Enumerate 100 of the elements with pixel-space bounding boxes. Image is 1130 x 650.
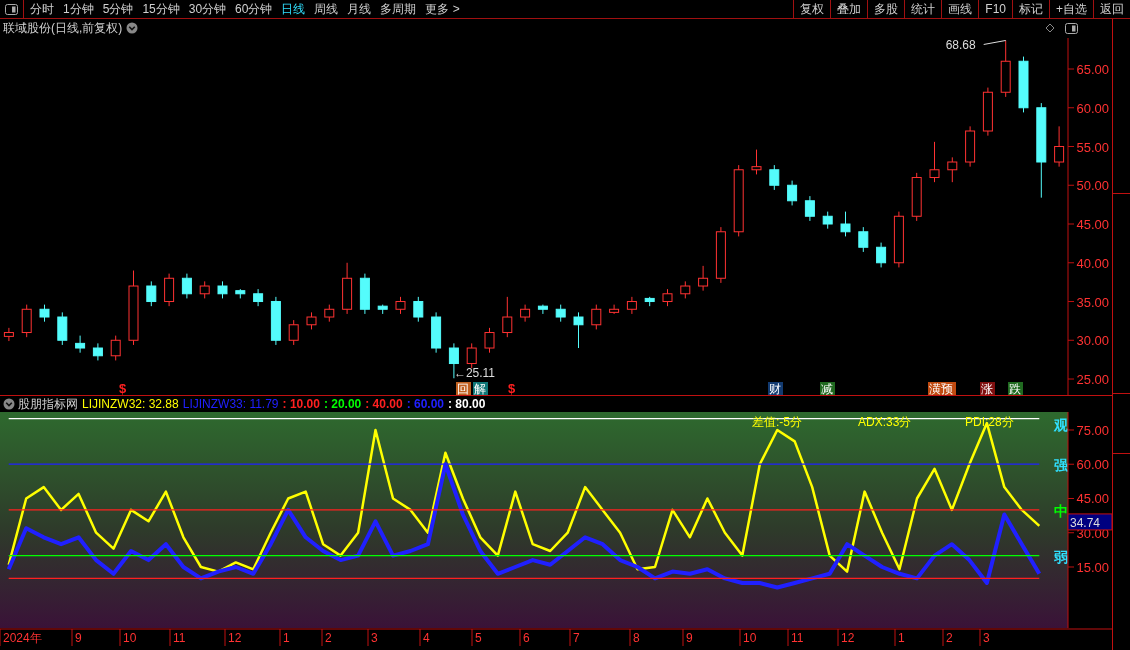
candlestick — [92, 342, 103, 361]
axis-tick-label: 60.00 — [1076, 457, 1109, 473]
low-price-label: ←25.11 — [453, 366, 496, 381]
candlestick — [698, 265, 709, 292]
toolbar-button[interactable]: 叠加 — [830, 0, 868, 18]
candlestick — [199, 280, 210, 299]
series-legend: LIJINZW33: 11.79 — [182, 395, 279, 413]
candlestick — [537, 304, 548, 315]
toolbar-button[interactable]: 统计 — [904, 0, 942, 18]
indicator-name: 股朋指标网 — [18, 396, 78, 413]
period-tab[interactable]: 30分钟 — [188, 0, 227, 18]
candlestick — [270, 296, 281, 346]
period-tab[interactable]: 多周期 — [380, 0, 417, 18]
candlestick — [466, 342, 477, 369]
candlestick — [1054, 125, 1065, 168]
candlestick — [804, 195, 815, 222]
indicator-value-label: PDI:28分 — [965, 415, 1014, 429]
period-tab[interactable]: 15分钟 — [142, 0, 180, 18]
date-tick-label: 7 — [573, 631, 580, 645]
period-tab[interactable]: 日线 — [281, 0, 306, 18]
candlestick — [591, 304, 602, 330]
candlestick — [573, 311, 584, 349]
period-tab[interactable]: 更多 > — [425, 0, 460, 18]
candlestick — [306, 311, 317, 330]
date-tick-label: 2 — [946, 631, 953, 645]
date-tick-label: 9 — [75, 631, 82, 645]
date-tick-label: 1 — [283, 631, 290, 645]
date-tick-label: 11 — [791, 631, 804, 645]
high-price-label: 68.68 — [945, 38, 976, 53]
period-tab[interactable]: 分时 — [30, 0, 54, 18]
toolbar-button[interactable]: 多股 — [867, 0, 905, 18]
axis-tick-label: 35.00 — [1076, 294, 1109, 310]
period-tab[interactable]: 5分钟 — [102, 0, 134, 18]
candlestick — [235, 288, 246, 299]
event-badge[interactable]: 涨 — [980, 381, 995, 395]
axis-tick-label: 30.00 — [1076, 333, 1109, 349]
candlestick — [413, 296, 424, 323]
candlestick — [21, 304, 32, 338]
date-tick-label: 6 — [523, 631, 530, 645]
axis-tick-label: 45.00 — [1076, 216, 1109, 232]
event-badge[interactable]: 解 — [473, 381, 488, 395]
candlestick — [1000, 39, 1011, 98]
indicator-value-label: 差值:-5分 — [752, 415, 802, 429]
series-legend: : 80.00 — [448, 395, 486, 413]
candlestick — [324, 304, 335, 323]
event-badge[interactable]: 财 — [768, 381, 783, 395]
panel-toggle-icon[interactable] — [5, 3, 18, 15]
period-tab[interactable]: 1分钟 — [63, 0, 94, 18]
event-badge[interactable]: 回 — [456, 381, 471, 395]
candlestick — [146, 280, 157, 307]
date-tick-label: 10 — [743, 631, 757, 645]
event-badge[interactable]: 减 — [820, 381, 835, 395]
toolbar-button[interactable]: +自选 — [1049, 0, 1093, 18]
date-tick-label: 2 — [325, 631, 332, 645]
candlestick — [911, 172, 922, 222]
toolbar-button[interactable]: 标记 — [1012, 0, 1049, 18]
axis-tick-label: 15.00 — [1076, 560, 1109, 575]
date-tick-label: 3 — [371, 631, 378, 645]
toolbar-button[interactable]: 返回 — [1093, 0, 1130, 18]
event-badge[interactable]: 跌 — [1008, 381, 1023, 395]
period-tab[interactable]: 周线 — [314, 0, 339, 18]
candlestick — [502, 296, 513, 338]
dropdown-chevron-icon[interactable] — [126, 22, 139, 35]
zone-label: 中 — [1054, 502, 1068, 519]
candlestick — [3, 327, 14, 342]
panel-toggle-icon[interactable] — [1065, 22, 1078, 34]
axis-tick-label: 55.00 — [1076, 139, 1109, 155]
chart-title: 联域股份(日线,前复权) — [3, 20, 123, 38]
candlestick — [840, 211, 851, 237]
period-tab[interactable]: 60分钟 — [235, 0, 273, 18]
candlestick — [858, 226, 869, 253]
date-tick-label: 8 — [633, 631, 640, 645]
candlestick — [769, 164, 780, 191]
candlestick — [982, 87, 993, 137]
dropdown-chevron-icon[interactable] — [3, 398, 15, 410]
date-tick-label: 12 — [228, 631, 242, 645]
axis-tick-label: 50.00 — [1076, 178, 1109, 194]
candlestick — [217, 280, 228, 299]
candlestick — [520, 304, 531, 323]
axis-tick-label: 40.00 — [1076, 255, 1109, 271]
axis-tick-label: 25.00 — [1076, 372, 1109, 387]
date-tick-label: 9 — [686, 631, 693, 645]
date-tick-label: 3 — [983, 631, 990, 645]
toolbar-button[interactable]: F10 — [978, 0, 1012, 18]
candlestick — [39, 304, 50, 323]
candlestick — [751, 149, 762, 175]
period-tab[interactable]: 月线 — [347, 0, 372, 18]
toolbar-button[interactable]: 复权 — [793, 0, 831, 18]
candlestick — [342, 262, 353, 315]
series-legend: : 40.00 — [365, 395, 403, 413]
candlestick — [929, 141, 940, 183]
date-tick-label: 4 — [423, 631, 430, 645]
toolbar-button[interactable]: 画线 — [941, 0, 979, 18]
event-badge[interactable]: 潢预 — [928, 381, 956, 395]
candlestick — [965, 125, 976, 168]
candlestick — [787, 180, 798, 206]
candlestick — [822, 211, 833, 230]
zone-label: 弱 — [1054, 548, 1068, 565]
candlestick — [715, 226, 726, 284]
diamond-icon[interactable] — [1045, 23, 1055, 34]
